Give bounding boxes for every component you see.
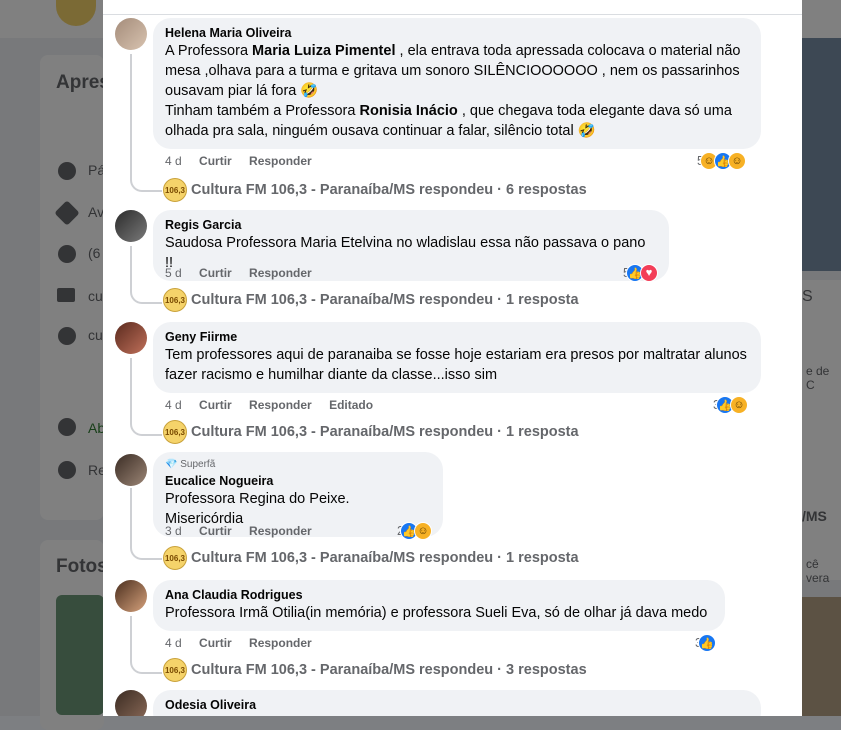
edited-label[interactable]: Editado: [329, 398, 373, 412]
bell-icon: [58, 461, 76, 479]
avatar[interactable]: [115, 690, 147, 716]
intro-row-5: cu: [88, 327, 103, 343]
replies-label: Cultura FM 106,3 - Paranaíba/MS responde…: [191, 424, 579, 440]
page-logo-icon: 106,3: [163, 546, 187, 570]
comment-text: Tem professores aqui de paranaiba se fos…: [165, 347, 747, 383]
reply-button[interactable]: Responder: [249, 154, 312, 168]
comment-text: Professora Irmã Otilia(in memória) e pro…: [165, 605, 708, 621]
reply-button[interactable]: Responder: [249, 636, 312, 650]
comment-time[interactable]: 5 d: [165, 266, 182, 280]
mentioned-name: Maria Luiza Pimentel: [252, 43, 396, 59]
like-reaction-icon: 👍: [697, 634, 716, 652]
like-button[interactable]: Curtir: [199, 524, 232, 538]
info-icon: [58, 162, 76, 180]
avatar[interactable]: [115, 210, 147, 242]
right-text-3: /MS: [802, 508, 827, 524]
reaction-summary[interactable]: 5 👍 ♥: [623, 264, 658, 282]
dialog-header-edge: [103, 0, 802, 15]
page-logo-icon: 106,3: [163, 288, 187, 312]
phone-icon: [58, 245, 76, 263]
comment-bubble: Geny Fiirme Tem professores aqui de para…: [153, 322, 761, 393]
replies-label: Cultura FM 106,3 - Paranaíba/MS responde…: [191, 550, 579, 566]
photo-thumb: [56, 595, 104, 715]
reaction-summary[interactable]: 3 👍: [695, 634, 716, 652]
comment-time[interactable]: 4 d: [165, 636, 182, 650]
right-text-2: e de C: [806, 364, 830, 392]
comment-author[interactable]: Geny Fiirme: [165, 329, 749, 345]
comment-bubble: Ana Claudia Rodrigues Professora Irmã Ot…: [153, 580, 725, 631]
view-replies-button[interactable]: 106,3 Cultura FM 106,3 - Paranaíba/MS re…: [163, 178, 587, 202]
avatar[interactable]: [115, 580, 147, 612]
right-photo: [802, 597, 841, 716]
view-replies-button[interactable]: 106,3 Cultura FM 106,3 - Paranaíba/MS re…: [163, 420, 579, 444]
reply-button[interactable]: Responder: [249, 524, 312, 538]
comment-actions: 5 d Curtir Responder: [165, 266, 326, 280]
reaction-summary[interactable]: 5 ☺ 👍 ☺: [697, 152, 746, 170]
thread-connector: [130, 616, 162, 674]
page-logo-icon: 106,3: [163, 178, 187, 202]
comment-author[interactable]: Helena Maria Oliveira: [165, 25, 749, 41]
comment-time[interactable]: 3 d: [165, 524, 182, 538]
comment-actions: 3 d Curtir Responder: [165, 524, 326, 538]
comment-actions: 4 d Curtir Responder: [165, 154, 326, 168]
intro-title: Apres: [56, 72, 110, 93]
like-button[interactable]: Curtir: [199, 266, 232, 280]
badge-label: Superfã: [180, 459, 216, 470]
superfan-badge: 💎 Superfã: [165, 459, 216, 470]
like-button[interactable]: Curtir: [199, 398, 232, 412]
page-logo-icon: 106,3: [163, 420, 187, 444]
view-replies-button[interactable]: 106,3 Cultura FM 106,3 - Paranaíba/MS re…: [163, 546, 579, 570]
thread-connector: [130, 488, 162, 560]
comment-time[interactable]: 4 d: [165, 154, 182, 168]
comment-author[interactable]: Ana Claudia Rodrigues: [165, 587, 713, 603]
right-card: [802, 280, 841, 580]
page-logo-icon: 106,3: [163, 658, 187, 682]
thread-connector: [130, 358, 162, 436]
comment-bubble: Helena Maria Oliveira A Professora Maria…: [153, 18, 761, 149]
like-button[interactable]: Curtir: [199, 154, 232, 168]
comment-author[interactable]: Regis Garcia: [165, 217, 657, 233]
reply-button[interactable]: Responder: [249, 398, 312, 412]
comment-author[interactable]: Eucalice Nogueira: [165, 473, 431, 489]
clock-icon: [58, 418, 76, 436]
right-text-4: cê vera: [806, 557, 830, 585]
view-replies-button[interactable]: 106,3 Cultura FM 106,3 - Paranaíba/MS re…: [163, 658, 587, 682]
reaction-summary[interactable]: 3 👍 ☺: [713, 396, 748, 414]
intro-row-2: Av: [88, 204, 105, 220]
comment-text-part: A Professora: [165, 43, 253, 59]
link-icon: [58, 327, 76, 345]
mentioned-name: Ronisia Inácio: [359, 103, 458, 119]
haha-reaction-icon: ☺: [413, 522, 432, 540]
avatar[interactable]: [115, 454, 147, 486]
right-text-1: S: [802, 288, 813, 305]
thread-connector: [130, 54, 162, 192]
comment-author[interactable]: Odesia Oliveira: [165, 697, 749, 713]
reply-button[interactable]: Responder: [249, 266, 312, 280]
intro-row-4: cu: [88, 288, 103, 304]
haha-reaction-icon: ☺: [729, 396, 748, 414]
replies-label: Cultura FM 106,3 - Paranaíba/MS responde…: [191, 292, 579, 308]
comment-time[interactable]: 4 d: [165, 398, 182, 412]
comment-actions: 4 d Curtir Responder: [165, 636, 326, 650]
intro-row-3: (6: [88, 245, 101, 261]
reaction-summary[interactable]: 2 👍 ☺: [397, 522, 432, 540]
avatar[interactable]: [115, 322, 147, 354]
comments-dialog: Helena Maria Oliveira A Professora Maria…: [103, 0, 802, 716]
view-replies-button[interactable]: 106,3 Cultura FM 106,3 - Paranaíba/MS re…: [163, 288, 579, 312]
replies-label: Cultura FM 106,3 - Paranaíba/MS responde…: [191, 182, 587, 198]
replies-label: Cultura FM 106,3 - Paranaíba/MS responde…: [191, 662, 587, 678]
thread-connector: [130, 246, 162, 304]
love-reaction-icon: ♥: [639, 264, 658, 282]
comment-bubble: Odesia Oliveira: [153, 690, 761, 716]
comment-text: Professora Regina do Peixe. Misericórdia: [165, 491, 350, 527]
avatar[interactable]: [115, 18, 147, 50]
comment-text: A Professora Maria Luiza Pimentel , ela …: [165, 41, 749, 141]
cover-photo-right: [802, 38, 841, 271]
comment-actions: 4 d Curtir Responder Editado: [165, 398, 387, 412]
tongue-reaction-icon: ☺: [727, 152, 746, 170]
like-button[interactable]: Curtir: [199, 636, 232, 650]
comment-text-part: Tinham também a Professora: [165, 103, 360, 119]
photos-title: Fotos: [56, 556, 108, 577]
email-icon: [57, 288, 75, 302]
